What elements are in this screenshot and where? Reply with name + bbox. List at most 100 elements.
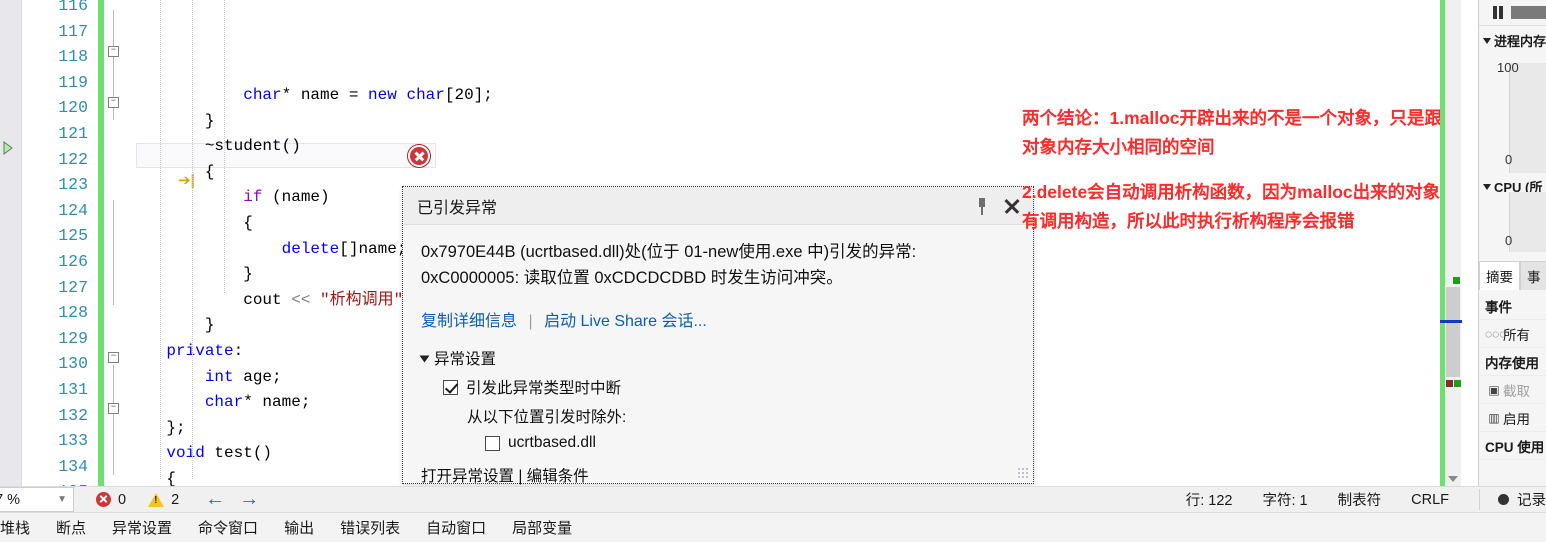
code-line[interactable]: } <box>128 109 1478 135</box>
line-number: 134 <box>58 456 88 476</box>
diagnostics-toolbar[interactable] <box>1479 0 1546 26</box>
diagnostics-tab-strip[interactable]: 摘要 事 <box>1479 261 1546 290</box>
record-item[interactable]: 记录 <box>1479 489 1546 510</box>
error-marker-icon[interactable] <box>408 145 430 167</box>
break-when-thrown-row[interactable]: 引发此异常类型时中断 <box>443 376 1015 398</box>
diagnostics-group-header: CPU 使用 <box>1479 432 1546 460</box>
pin-icon[interactable] <box>971 195 993 217</box>
code-token: (name) <box>262 188 330 207</box>
record-label: 记录 <box>1517 493 1546 509</box>
exception-bottom-links: 打开异常设置 | 编辑条件 <box>421 464 1015 486</box>
diagnostics-row[interactable]: ◌◌◌ 所有 <box>1479 320 1546 348</box>
code-token: { <box>128 469 177 486</box>
line-number: 128 <box>58 303 88 323</box>
edit-conditions-link[interactable]: 编辑条件 <box>527 468 589 485</box>
module-exclusion-row[interactable]: ucrtbased.dll <box>485 434 1015 452</box>
diagnostics-group-header: 事件 <box>1479 292 1546 320</box>
pause-icon[interactable] <box>1493 6 1503 19</box>
code-token: ~student() <box>128 137 301 156</box>
except-when-thrown-label-row: 从以下位置引发时除外: <box>467 405 1015 427</box>
scrollbar-caret-marker <box>1440 320 1462 323</box>
code-token: } <box>128 316 215 335</box>
chevron-down-icon[interactable]: ▼ <box>57 494 67 505</box>
code-token: age; <box>233 367 282 386</box>
expander-triangle-icon[interactable] <box>1483 183 1491 190</box>
tool-tab[interactable]: 错误列表 <box>327 513 413 542</box>
warning-icon <box>148 492 165 507</box>
diagnostic-tools-panel[interactable]: 进程内存 100 0 CPU (所 0 摘要 事 事件 ◌◌◌ 所有 内存使用 ▣ 截取 ▥… <box>1478 0 1546 486</box>
line-number: 125 <box>58 226 88 246</box>
zoom-level-combobox[interactable]: 27 % ▼ <box>0 487 74 512</box>
diagnostics-row-label: 截取 <box>1503 383 1530 399</box>
line-number: 119 <box>58 72 88 92</box>
line-number: 120 <box>58 98 88 118</box>
tab-events[interactable]: 事 <box>1520 261 1546 290</box>
code-token: } <box>128 265 253 284</box>
expander-triangle-icon[interactable] <box>419 355 430 363</box>
scrollbar-mark-green <box>1453 277 1460 284</box>
zoom-level-value: 27 % <box>0 491 21 508</box>
code-line[interactable]: ~student() <box>128 134 1478 160</box>
code-token: new <box>368 86 397 104</box>
tool-tab[interactable]: 命令窗口 <box>185 513 271 542</box>
current-statement-arrow-icon <box>3 141 13 155</box>
tab-indicator: 制表符 <box>1337 493 1382 509</box>
tool-tab[interactable]: 用堆栈 <box>0 513 43 542</box>
code-token: { <box>128 213 253 232</box>
timeline-bar <box>1510 6 1546 19</box>
char-indicator: 字符: 1 <box>1262 493 1308 509</box>
code-line[interactable]: char* name = new char[20]; <box>128 83 1478 109</box>
open-exception-settings-link[interactable]: 打开异常设置 <box>421 468 514 485</box>
tool-tab[interactable]: 断点 <box>43 513 99 542</box>
close-icon[interactable] <box>999 194 1025 218</box>
break-when-thrown-checkbox[interactable] <box>443 379 458 395</box>
module-exclusion-checkbox[interactable] <box>485 435 500 451</box>
start-live-share-link[interactable]: 启动 Live Share 会话... <box>544 313 707 330</box>
fold-toggle-icon[interactable] <box>108 46 119 57</box>
fold-toggle-icon[interactable] <box>108 352 119 363</box>
tab-summary[interactable]: 摘要 <box>1479 261 1520 290</box>
line-number: 126 <box>58 251 88 271</box>
line-number: 124 <box>58 200 88 220</box>
process-memory-title: 进程内存 <box>1494 34 1546 49</box>
diagnostics-row[interactable]: ▣ 截取 <box>1479 376 1546 404</box>
scrollbar-change-track <box>1440 0 1445 486</box>
warning-count-item[interactable]: 2 <box>148 492 179 508</box>
exception-thrown-popup[interactable]: 已引发异常 0x7970E44B (ucrtbased.dll)处(位于 01-… <box>402 186 1034 486</box>
code-token: test() <box>204 444 273 463</box>
expander-triangle-icon[interactable] <box>1483 37 1491 44</box>
scrollbar-thumb[interactable] <box>1445 287 1460 377</box>
fold-toggle-icon[interactable] <box>108 403 119 414</box>
tool-tab[interactable]: 自动窗口 <box>413 513 499 542</box>
line-number: 121 <box>58 123 88 143</box>
editor-vertical-scrollbar[interactable] <box>1440 0 1462 486</box>
diagnostics-row[interactable]: ▥ 启用 <box>1479 404 1546 432</box>
tool-tab[interactable]: 局部变量 <box>499 513 585 542</box>
tool-tab[interactable]: 输出 <box>271 513 327 542</box>
code-line[interactable]: { <box>128 160 1478 186</box>
breakpoint-margin[interactable] <box>0 0 22 486</box>
arrow-right-icon[interactable]: → <box>239 488 259 511</box>
error-icon <box>96 492 111 507</box>
camera-icon: ▣ <box>1488 382 1500 397</box>
link-separator: | <box>528 313 533 330</box>
exception-message: 0x7970E44B (ucrtbased.dll)处(位于 01-new使用.… <box>421 243 917 287</box>
line-number: 133 <box>58 431 88 451</box>
resize-grip[interactable] <box>1017 467 1029 479</box>
copy-details-link[interactable]: 复制详细信息 <box>421 313 517 330</box>
error-count-item[interactable]: 0 <box>96 492 126 508</box>
arrow-left-icon[interactable]: ← <box>205 488 225 511</box>
tool-window-tab-strip[interactable]: 用堆栈断点异常设置命令窗口输出错误列表自动窗口局部变量 <box>0 512 1546 542</box>
line-number: 118 <box>58 47 88 67</box>
exception-settings-header[interactable]: 异常设置 <box>419 347 1015 369</box>
scroll-down-arrow-icon[interactable] <box>1448 476 1458 482</box>
diagnostics-row-label: 事件 <box>1485 299 1512 315</box>
memory-axis-max: 100 <box>1497 60 1519 75</box>
outlining-column[interactable] <box>108 0 130 486</box>
process-memory-section-header[interactable]: 进程内存 <box>1479 26 1546 52</box>
exception-settings-header-label: 异常设置 <box>434 351 497 368</box>
tool-tab[interactable]: 异常设置 <box>99 513 185 542</box>
fold-toggle-icon[interactable] <box>108 97 119 108</box>
